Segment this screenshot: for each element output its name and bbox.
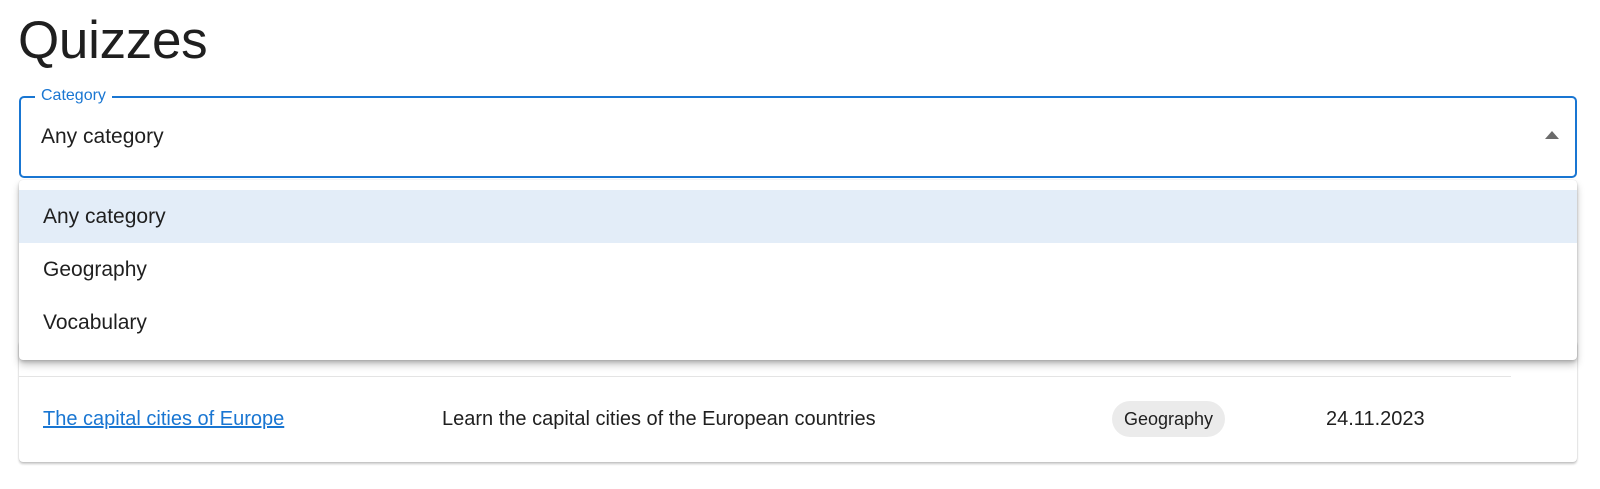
quiz-category-cell: Geography [1112, 377, 1226, 461]
quizzes-page: Quizzes The capital cities of Europe Lea… [0, 0, 1600, 489]
caret-up-icon[interactable] [1545, 131, 1559, 139]
category-select[interactable]: Category Any category [19, 86, 1577, 178]
category-chip: Geography [1112, 401, 1226, 437]
menu-item-geography[interactable]: Geography [19, 243, 1577, 296]
menu-item-any-category[interactable]: Any category [19, 190, 1577, 243]
quiz-date: 24.11.2023 [1326, 407, 1425, 430]
category-select-value: Any category [41, 125, 164, 148]
menu-item-vocabulary[interactable]: Vocabulary [19, 296, 1577, 349]
table-row: The capital cities of Europe Learn the c… [19, 377, 1577, 461]
quiz-title-link[interactable]: The capital cities of Europe [43, 408, 284, 431]
quiz-title-cell: The capital cities of Europe [43, 377, 284, 461]
quiz-description: Learn the capital cities of the European… [442, 407, 876, 430]
category-dropdown-menu: Any category Geography Vocabulary [19, 180, 1577, 360]
page-title: Quizzes [18, 11, 208, 70]
